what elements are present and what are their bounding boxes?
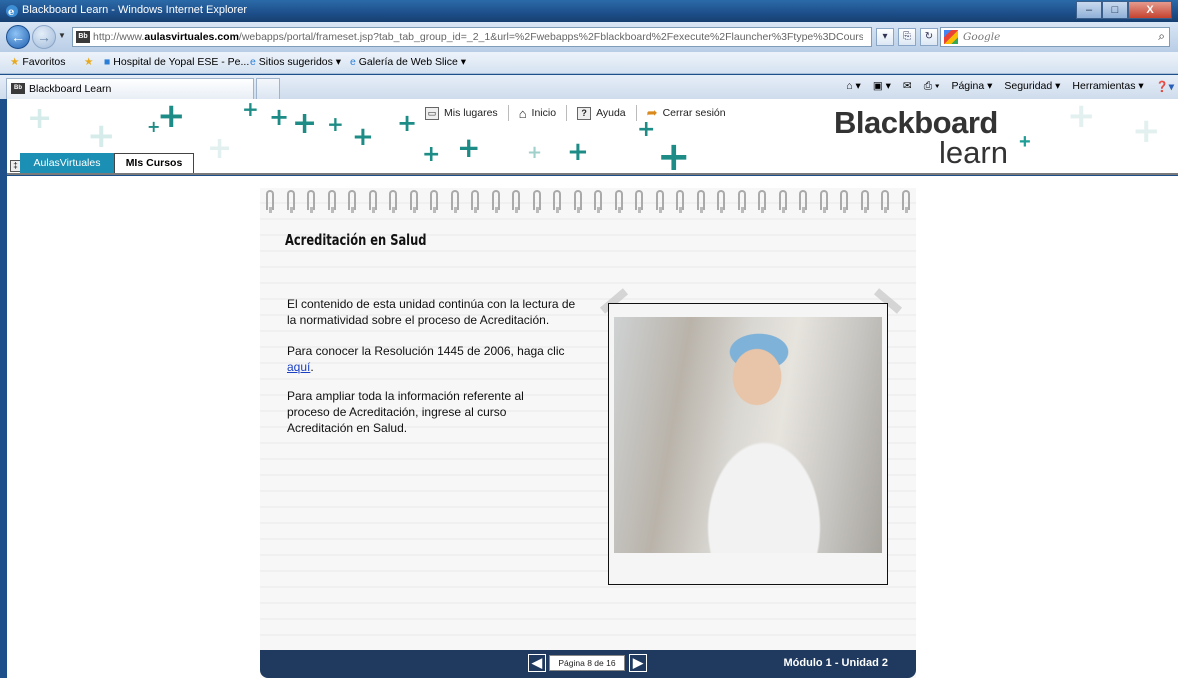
ayuda-link[interactable]: ? Ayuda	[577, 106, 626, 120]
browser-tab-label: Blackboard Learn	[29, 83, 112, 95]
inicio-link[interactable]: ⌂ Inicio	[519, 106, 556, 121]
search-icon[interactable]: ⌕	[1158, 29, 1165, 44]
bb-top-nav: ▭ Mis lugares ⌂ Inicio ? Ayuda ➦ Cerrar sesi…	[425, 105, 726, 121]
decor-plus-icon: +	[397, 109, 418, 137]
favorites-button[interactable]: ★ Favoritos	[10, 56, 66, 68]
decor-plus-icon: +	[327, 112, 344, 136]
logo-plus-icon: +	[1019, 131, 1031, 153]
learn-logo: learn	[939, 135, 1008, 170]
browser-tab[interactable]: Bb Blackboard Learn	[6, 78, 254, 99]
paragraph-resolucion: Para conocer la Resolución 1445 de 2006,…	[287, 344, 565, 374]
fav-item-galeria[interactable]: e Galería de Web Slice ▾	[350, 56, 466, 68]
compatibility-icon[interactable]: ⎘	[898, 28, 916, 46]
aqui-link[interactable]: aquí	[287, 360, 310, 374]
window-title: Blackboard Learn - Windows Internet Expl…	[22, 4, 247, 16]
prev-page-button[interactable]: ◀	[528, 654, 546, 672]
address-dropdown-icon[interactable]: ▾	[876, 28, 894, 46]
paragraph-ampliar: Para ampliar toda la información referen…	[287, 389, 524, 435]
add-favorite-icon[interactable]: ★	[84, 56, 93, 68]
places-icon: ▭	[425, 106, 439, 120]
decor-plus-icon: +	[27, 101, 53, 136]
decor-plus-icon: +	[292, 106, 318, 141]
decor-plus-icon: +	[269, 103, 290, 131]
search-placeholder: Google	[963, 31, 1001, 43]
decor-plus-icon: +	[207, 131, 233, 166]
ie-logo-icon: e	[5, 4, 19, 18]
notebook-rings	[260, 190, 916, 213]
photo-frame	[608, 303, 888, 585]
page-indicator: Página 8 de 16	[549, 655, 625, 671]
decor-plus-icon: +	[242, 99, 259, 121]
tab-mis-cursos[interactable]: MIs Cursos	[114, 153, 194, 173]
page-footer: ◀ Página 8 de 16 ▶ Módulo 1 - Unidad 2	[260, 650, 916, 678]
forward-button[interactable]: →	[32, 25, 56, 49]
nurse-photo	[614, 317, 882, 553]
decor-plus-icon: +	[457, 131, 481, 164]
back-button[interactable]: ←	[6, 25, 30, 49]
home-icon[interactable]: ⌂ ▾	[846, 80, 861, 93]
decor-plus-icon: +	[147, 117, 161, 136]
address-input[interactable]: Bb http://www.aulasvirtuales.com/webapps…	[72, 27, 872, 47]
decor-plus-icon: +	[1132, 111, 1161, 151]
svg-text:e: e	[8, 7, 14, 18]
window-titlebar: e Blackboard Learn - Windows Internet Ex…	[0, 0, 1178, 22]
mis-lugares-link[interactable]: ▭ Mis lugares	[425, 106, 498, 120]
print-icon[interactable]: ⎙ ▾	[924, 80, 940, 93]
logout-icon: ➦	[646, 105, 658, 120]
decor-plus-icon: +	[157, 99, 186, 136]
command-bar: Bb Blackboard Learn ⌂ ▾ ▣ ▾ ✉ ⎙ ▾ Página…	[0, 75, 1178, 99]
home-icon: ⌂	[518, 105, 527, 121]
decor-plus-icon: +	[567, 137, 589, 167]
herramientas-menu[interactable]: Herramientas ▾	[1072, 80, 1143, 93]
address-toolbar: ← → ▼ Bb http://www.aulasvirtuales.com/w…	[0, 22, 1178, 52]
new-tab-button[interactable]	[256, 78, 280, 99]
url-text: http://www.aulasvirtuales.com/webapps/po…	[93, 31, 863, 43]
decor-plus-icon: +	[637, 117, 656, 142]
seguridad-menu[interactable]: Seguridad ▾	[1004, 80, 1060, 93]
favorites-bar: ★ Favoritos ★ ■ Hospital de Yopal ESE - …	[0, 52, 1178, 74]
tab-aulas-virtuales[interactable]: AulasVirtuales	[20, 153, 114, 173]
fav-item-hospital[interactable]: ■ Hospital de Yopal ESE - Pe...	[104, 56, 249, 68]
feeds-icon[interactable]: ▣ ▾	[873, 80, 891, 93]
paragraph-intro: El contenido de esta unidad continúa con…	[287, 297, 576, 327]
help-icon: ?	[577, 106, 592, 120]
page-title: Acreditación en Salud	[285, 231, 427, 249]
search-input[interactable]: Google ⌕	[940, 27, 1170, 47]
site-favicon-icon: Bb	[76, 31, 90, 43]
maximize-button[interactable]: □	[1102, 1, 1128, 19]
decor-plus-icon: +	[657, 134, 691, 175]
cerrar-sesion-link[interactable]: ➦ Cerrar sesión	[647, 105, 726, 121]
next-page-button[interactable]: ▶	[629, 654, 647, 672]
tab-favicon-icon: Bb	[11, 83, 25, 94]
decor-plus-icon: +	[352, 122, 374, 152]
star-icon: ★	[10, 56, 20, 68]
content-area: Acreditación en Salud El contenido de es…	[7, 176, 1178, 678]
bb-header: + + + + + + + + + + + + + + + + + + + ▭ M…	[7, 99, 1178, 175]
module-label: Módulo 1 - Unidad 2	[783, 657, 889, 669]
pagina-menu[interactable]: Página ▾	[951, 80, 992, 93]
decor-plus-icon: +	[422, 142, 441, 167]
google-icon	[944, 30, 958, 44]
fav-item-sitios[interactable]: e Sitios sugeridos ▾	[250, 56, 341, 68]
decor-plus-icon: +	[1067, 99, 1096, 136]
close-button[interactable]: X	[1128, 1, 1172, 19]
decor-plus-icon: +	[87, 116, 116, 156]
refresh-icon[interactable]: ↻	[920, 28, 938, 46]
decor-plus-icon: +	[527, 142, 543, 163]
history-dropdown-icon[interactable]: ▼	[58, 31, 66, 40]
minimize-button[interactable]: –	[1076, 1, 1102, 19]
mail-icon[interactable]: ✉	[903, 80, 912, 93]
help-icon[interactable]: ❓▾	[1156, 80, 1174, 93]
